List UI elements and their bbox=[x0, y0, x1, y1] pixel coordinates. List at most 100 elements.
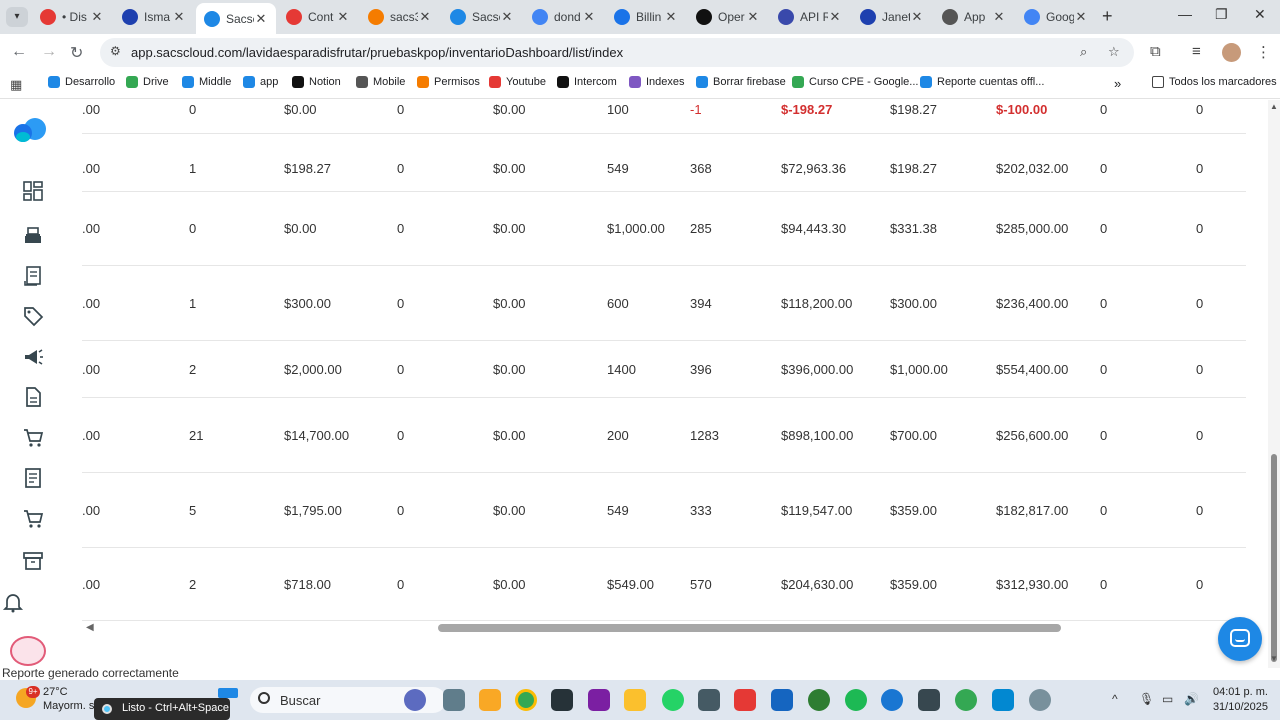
bookmark-item[interactable]: Intercom bbox=[557, 76, 617, 88]
close-tab-icon[interactable]: ✕ bbox=[582, 9, 596, 25]
tab-search-button[interactable]: ▾ bbox=[6, 7, 28, 27]
chat-support-button[interactable] bbox=[1218, 617, 1262, 661]
browser-tab[interactable]: Billin ✕ bbox=[606, 4, 686, 30]
scroll-up-icon[interactable]: ▲ bbox=[1270, 102, 1278, 111]
archive-icon[interactable] bbox=[22, 550, 44, 572]
system-clock[interactable]: 04:01 p. m. 31/10/2025 bbox=[1212, 685, 1268, 715]
bookmark-item[interactable]: Desarrollo bbox=[48, 76, 115, 88]
terminal-icon[interactable] bbox=[551, 689, 573, 711]
notes-icon[interactable] bbox=[771, 689, 793, 711]
close-tab-icon[interactable]: ✕ bbox=[90, 9, 104, 25]
table-row[interactable]: .00 2 $2,000.00 0 $0.00 1400 396 $396,000.00 $1,… bbox=[82, 341, 1246, 398]
start-icon[interactable] bbox=[218, 688, 238, 698]
bookmark-item[interactable]: Indexes bbox=[629, 76, 685, 88]
table-row[interactable]: .00 5 $1,795.00 0 $0.00 549 333 $119,547.00 $359… bbox=[82, 473, 1246, 548]
sublime-icon[interactable] bbox=[624, 689, 646, 711]
spotify-icon[interactable] bbox=[845, 689, 867, 711]
bookmarks-overflow-button[interactable]: » bbox=[1114, 76, 1121, 91]
close-tab-icon[interactable]: ✕ bbox=[172, 9, 186, 25]
mongodb-icon[interactable] bbox=[808, 689, 830, 711]
extensions-icon[interactable]: ⧉ bbox=[1150, 43, 1161, 60]
menu-kebab-icon[interactable]: ⋮ bbox=[1256, 43, 1271, 61]
bookmark-star-icon[interactable]: ☆ bbox=[1108, 44, 1120, 60]
network-icon[interactable]: ▭ bbox=[1162, 692, 1173, 706]
vertical-scrollbar[interactable]: ▲ ▼ bbox=[1268, 100, 1280, 668]
mail-icon[interactable] bbox=[992, 689, 1014, 711]
bookmark-item[interactable]: Drive bbox=[126, 76, 169, 88]
close-tab-icon[interactable]: ✕ bbox=[746, 9, 760, 25]
media-app-icon[interactable] bbox=[588, 689, 610, 711]
table-row[interactable]: .00 1 $198.27 0 $0.00 549 368 $72,963.36 $198.27… bbox=[82, 134, 1246, 192]
zoom-icon[interactable]: ⌕ bbox=[1080, 44, 1087, 60]
settings-icon[interactable] bbox=[1029, 689, 1051, 711]
site-info-icon[interactable]: ⚙ bbox=[110, 44, 121, 58]
volume-icon[interactable]: 🔊 bbox=[1184, 692, 1199, 706]
browser-tab[interactable]: App ✕ bbox=[934, 4, 1014, 30]
browser-tab[interactable]: Goog ✕ bbox=[1016, 4, 1096, 30]
receipt-icon[interactable] bbox=[22, 265, 44, 287]
browser-tab[interactable]: dond ✕ bbox=[524, 4, 604, 30]
bookmark-item[interactable]: Borrar firebase bbox=[696, 76, 786, 88]
close-tab-icon[interactable]: ✕ bbox=[418, 9, 432, 25]
bookmark-item[interactable]: Reporte cuentas offl... bbox=[920, 76, 1044, 88]
back-icon[interactable]: ← bbox=[11, 43, 27, 61]
dashboard-icon[interactable] bbox=[22, 180, 44, 202]
browser-tab[interactable]: Oper ✕ bbox=[688, 4, 768, 30]
browser-tab[interactable]: Cont ✕ bbox=[278, 4, 358, 30]
browser-tab[interactable]: • Dis ✕ bbox=[32, 4, 112, 30]
forward-icon[interactable]: → bbox=[41, 43, 57, 61]
bookmark-item[interactable]: Notion bbox=[292, 76, 341, 88]
app-blue-icon[interactable] bbox=[881, 689, 903, 711]
horizontal-scroll-thumb[interactable] bbox=[438, 624, 1061, 632]
chrome-taskbar-icon[interactable] bbox=[515, 689, 537, 711]
tray-overflow-icon[interactable]: ^ bbox=[1112, 692, 1118, 706]
url-text[interactable]: app.sacscloud.com/lavidaesparadisfrutar/… bbox=[131, 45, 623, 60]
table-row[interactable]: .00 0 $0.00 0 $0.00 100 -1 $-198.27 $198.27 $-100… bbox=[82, 100, 1246, 134]
bookmark-item[interactable]: Middle bbox=[182, 76, 231, 88]
close-tab-icon[interactable]: ✕ bbox=[910, 9, 924, 25]
vertical-scroll-thumb[interactable] bbox=[1271, 454, 1277, 662]
browser-tab[interactable]: API R ✕ bbox=[770, 4, 850, 30]
close-tab-icon[interactable]: ✕ bbox=[254, 11, 268, 27]
console-icon[interactable] bbox=[918, 689, 940, 711]
table-row[interactable]: .00 21 $14,700.00 0 $0.00 200 1283 $898,100.00 $… bbox=[82, 398, 1246, 473]
close-tab-icon[interactable]: ✕ bbox=[992, 9, 1006, 25]
user-avatar[interactable] bbox=[10, 636, 46, 666]
bookmark-item[interactable]: Curso CPE - Google... bbox=[792, 76, 918, 88]
slack-icon[interactable] bbox=[734, 689, 756, 711]
document-icon[interactable] bbox=[22, 386, 44, 408]
copilot-icon[interactable] bbox=[404, 689, 426, 711]
calculator-icon[interactable] bbox=[698, 689, 720, 711]
close-tab-icon[interactable]: ✕ bbox=[828, 9, 842, 25]
task-view-icon[interactable] bbox=[443, 689, 465, 711]
invoice-icon[interactable] bbox=[22, 467, 44, 489]
browser-tab[interactable]: Sacsc✕ bbox=[196, 3, 276, 34]
restore-icon[interactable]: ❐ bbox=[1215, 6, 1228, 23]
whatsapp-icon[interactable] bbox=[662, 689, 684, 711]
bookmark-item[interactable]: app bbox=[243, 76, 278, 88]
browser-tab[interactable]: Sacsc✕ bbox=[442, 4, 522, 30]
bookmark-item[interactable]: Youtube bbox=[489, 76, 546, 88]
sacs-logo[interactable] bbox=[14, 118, 46, 146]
close-tab-icon[interactable]: ✕ bbox=[336, 9, 350, 25]
close-tab-icon[interactable]: ✕ bbox=[664, 9, 678, 25]
bookmark-item[interactable]: Mobile bbox=[356, 76, 405, 88]
minimize-icon[interactable]: — bbox=[1178, 6, 1192, 22]
all-bookmarks-button[interactable]: Todos los marcadores bbox=[1152, 76, 1277, 88]
horizontal-scrollbar[interactable]: ◀ bbox=[82, 621, 1246, 635]
scroll-down-icon[interactable]: ▼ bbox=[1270, 654, 1278, 663]
apps-grid-icon[interactable]: ▦ bbox=[10, 77, 22, 93]
chrome-profile-icon[interactable] bbox=[955, 689, 977, 711]
megaphone-icon[interactable] bbox=[22, 346, 44, 368]
scroll-left-icon[interactable]: ◀ bbox=[86, 622, 94, 633]
tag-icon[interactable] bbox=[22, 305, 44, 327]
cart-alt-icon[interactable] bbox=[22, 508, 44, 530]
media-controls-icon[interactable]: ≡ bbox=[1192, 43, 1201, 60]
bookmark-item[interactable]: Permisos bbox=[417, 76, 480, 88]
cart-icon[interactable] bbox=[22, 427, 44, 449]
close-window-icon[interactable]: ✕ bbox=[1254, 6, 1266, 23]
bell-icon[interactable] bbox=[2, 591, 24, 613]
browser-tab[interactable]: sacs3✕ bbox=[360, 4, 440, 30]
table-row[interactable]: .00 0 $0.00 0 $0.00 $1,000.00 285 $94,443.30 $33… bbox=[82, 192, 1246, 266]
microphone-icon[interactable]: 🎙 bbox=[1139, 692, 1154, 706]
